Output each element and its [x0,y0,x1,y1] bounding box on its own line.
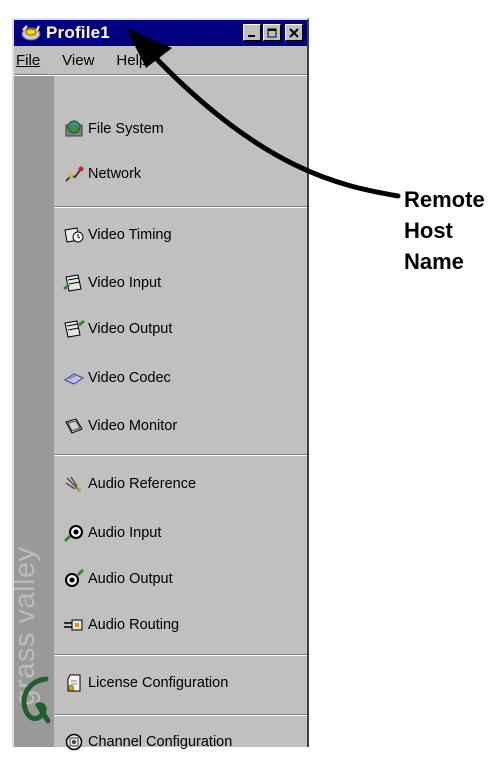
item-label: Audio Input [88,525,162,541]
item-label: Audio Reference [88,476,197,492]
item-video-input[interactable]: Video Input [62,268,161,298]
minimize-icon [248,34,255,37]
video-codec-icon [62,367,86,389]
license-icon [62,672,86,694]
callout-line: Remote [404,187,485,212]
maximize-button[interactable] [263,24,281,41]
minimize-button[interactable] [243,24,261,41]
item-audio-reference[interactable]: Audio Reference [62,469,196,499]
item-label: Network [88,166,142,182]
video-timing-icon [62,224,86,246]
file-system-icon [62,118,86,140]
menu-help[interactable]: Help [116,52,147,69]
item-label: Video Codec [88,370,171,386]
audio-input-icon [62,522,86,544]
item-label: Video Timing [88,227,172,243]
channel-icon [62,731,86,753]
menu-file[interactable]: File [16,52,40,69]
close-icon [289,27,299,38]
item-panel: File System Network Video Timing Video I… [54,76,307,751]
item-label: File System [88,121,164,137]
item-label: Audio Routing [88,617,180,633]
brand-strip: grass valley [14,76,54,747]
maximize-icon [267,28,277,37]
video-monitor-icon [62,415,86,437]
item-video-monitor[interactable]: Video Monitor [62,411,177,441]
item-file-system[interactable]: File System [62,114,164,144]
item-audio-output[interactable]: Audio Output [62,564,173,594]
menu-view[interactable]: View [62,52,94,69]
item-audio-input[interactable]: Audio Input [62,518,161,548]
title-bar[interactable]: Profile1 [14,20,307,46]
audio-routing-icon [62,614,86,636]
group-divider [54,454,307,456]
item-label: License Configuration [88,675,229,691]
item-label: Video Input [88,275,162,291]
item-label: Channel Configuration [88,734,233,750]
item-network[interactable]: Network [62,159,141,189]
video-output-icon [62,318,86,340]
group-divider [54,714,307,716]
network-icon [62,163,86,185]
callout-line: Name [404,249,464,274]
audio-reference-icon [62,473,86,495]
menu-bar: File View Help [14,48,307,72]
item-video-output[interactable]: Video Output [62,314,172,344]
item-label: Video Monitor [88,418,178,434]
item-label: Video Output [88,321,173,337]
item-audio-routing[interactable]: Audio Routing [62,610,179,640]
item-license-configuration[interactable]: License Configuration [62,668,228,698]
item-channel-configuration[interactable]: Channel Configuration [62,727,232,757]
item-label: Audio Output [88,571,173,587]
group-divider [54,654,307,656]
remote-host-name-callout: Remote Host Name [404,184,485,277]
video-input-icon [62,272,86,294]
window-title: Profile1 [46,23,110,42]
audio-output-icon [62,568,86,590]
app-icon [20,24,42,42]
close-button[interactable] [285,24,303,41]
item-video-timing[interactable]: Video Timing [62,220,172,250]
group-divider [54,206,307,208]
callout-line: Host [404,218,453,243]
grass-valley-logo-icon [21,676,51,724]
item-video-codec[interactable]: Video Codec [62,363,171,393]
profile-window: Profile1 File View Help grass valley Fil… [12,18,309,751]
